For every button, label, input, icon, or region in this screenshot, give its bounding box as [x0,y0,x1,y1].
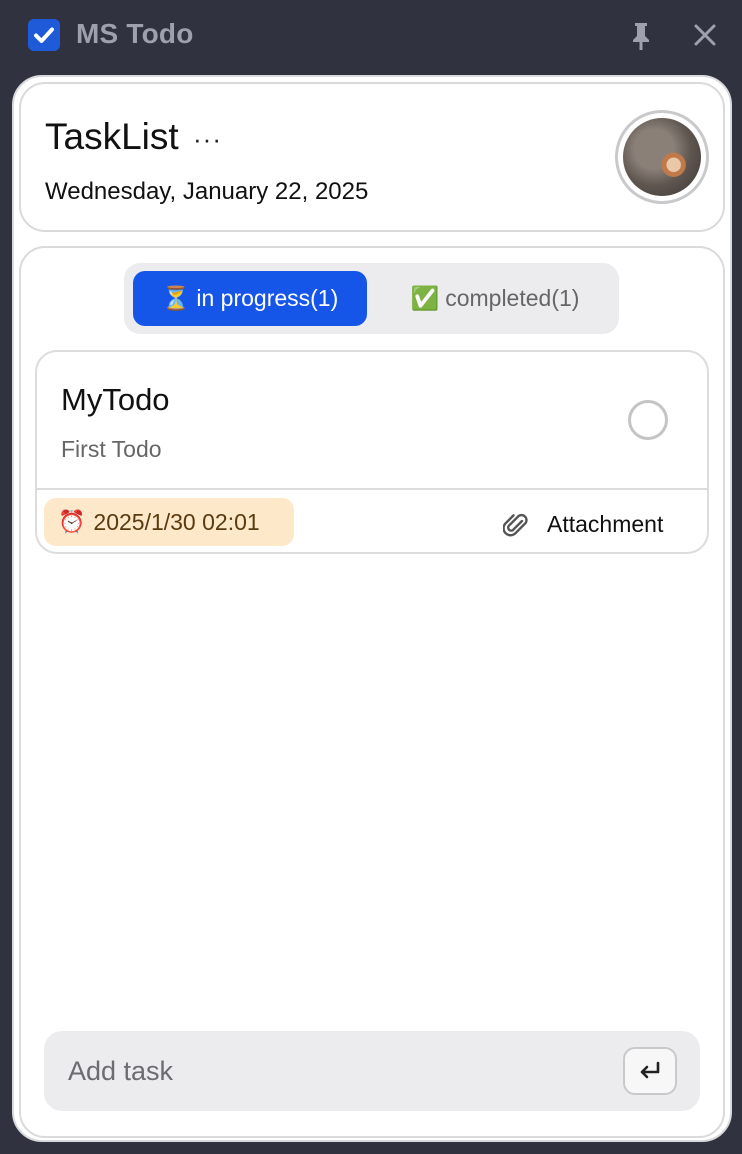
avatar[interactable] [615,110,709,204]
add-task-input[interactable] [68,1047,608,1095]
pin-icon[interactable] [626,20,656,52]
todo-item[interactable]: MyTodo First Todo ⏰ 2025/1/30 02:01 Atta… [35,350,709,554]
add-task-bar [44,1031,700,1111]
checkmark-icon: ✅ [410,285,440,311]
todo-title: MyTodo [61,382,170,417]
close-icon[interactable] [690,20,720,50]
due-date-text: 2025/1/30 02:01 [93,508,260,535]
tab-completed[interactable]: ✅ completed(1) [384,271,606,326]
tab-in-progress[interactable]: ⏳ in progress(1) [133,271,367,326]
divider [37,488,707,490]
complete-checkbox[interactable] [628,400,668,440]
current-date: Wednesday, January 22, 2025 [45,178,369,205]
list-title: TaskList [45,116,179,157]
alarm-clock-icon: ⏰ [58,509,86,534]
due-date-badge[interactable]: ⏰ 2025/1/30 02:01 [44,498,294,546]
attachment-label: Attachment [547,510,664,537]
title-bar: MS Todo [0,0,742,72]
checkbox-icon [28,19,60,51]
header-card: TaskList ··· Wednesday, January 22, 2025 [19,82,725,232]
cat-avatar-image [623,118,701,196]
status-tabs: ⏳ in progress(1) ✅ completed(1) [124,263,619,334]
paperclip-icon [503,513,528,537]
enter-icon[interactable] [623,1047,677,1095]
todo-description: First Todo [61,436,162,462]
tab-label: in progress(1) [196,285,339,311]
tab-label: completed(1) [445,285,580,311]
more-options-button[interactable]: ··· [193,124,222,155]
hourglass-icon: ⏳ [161,285,191,311]
attachment-button[interactable]: Attachment [503,506,663,542]
app-title: MS Todo [76,18,194,49]
